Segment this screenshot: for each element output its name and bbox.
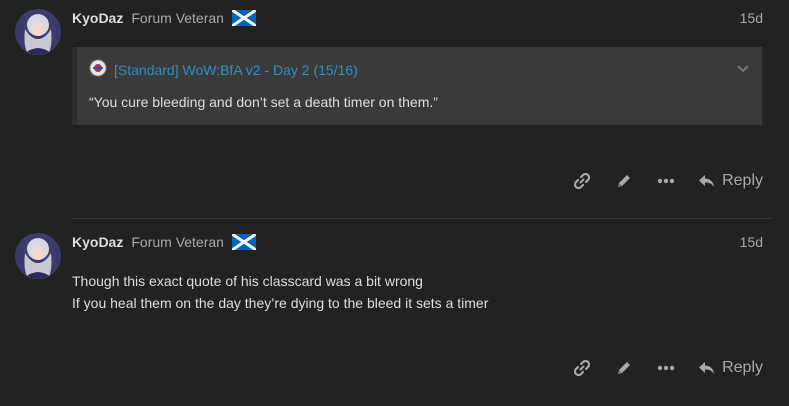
scotland-flag-icon: [231, 8, 257, 28]
forum-badge-icon: [89, 59, 107, 80]
reply-button[interactable]: Reply: [698, 359, 763, 377]
reply-label: Reply: [722, 172, 763, 189]
link-icon[interactable]: [572, 171, 592, 191]
quote-header: [Standard] WoW:BfA v2 - Day 2 (15/16): [89, 59, 358, 80]
quote-text: “You cure bleeding and don’t set a death…: [89, 94, 438, 110]
post-line: If you heal them on the day they’re dyin…: [72, 295, 489, 311]
pencil-icon[interactable]: [614, 171, 634, 191]
more-icon[interactable]: [656, 171, 676, 191]
post-actions: Reply: [550, 168, 763, 194]
post-actions: Reply: [550, 355, 763, 381]
link-icon[interactable]: [572, 358, 592, 378]
avatar[interactable]: [15, 9, 61, 55]
post-2: KyoDaz Forum Veteran 15d Though this exa…: [0, 219, 789, 406]
quote-block: [Standard] WoW:BfA v2 - Day 2 (15/16) “Y…: [72, 47, 762, 125]
scotland-flag-icon: [231, 232, 257, 252]
chevron-down-icon[interactable]: [736, 61, 750, 79]
post-line: Though this exact quote of his classcard…: [72, 273, 423, 289]
reply-label: Reply: [722, 359, 763, 376]
username[interactable]: KyoDaz: [72, 234, 123, 250]
post-date[interactable]: 15d: [740, 234, 763, 250]
post-meta: KyoDaz Forum Veteran: [72, 232, 257, 252]
reply-button[interactable]: Reply: [698, 172, 763, 190]
pencil-icon[interactable]: [614, 358, 634, 378]
post-1: KyoDaz Forum Veteran 15d [Standard] WoW:…: [0, 0, 789, 218]
post-meta: KyoDaz Forum Veteran: [72, 8, 257, 28]
avatar[interactable]: [15, 233, 61, 279]
post-body: Though this exact quote of his classcard…: [72, 270, 488, 314]
post-date[interactable]: 15d: [740, 10, 763, 26]
user-title: Forum Veteran: [131, 10, 224, 26]
quote-topic-link[interactable]: [Standard] WoW:BfA v2 - Day 2 (15/16): [114, 62, 358, 78]
username[interactable]: KyoDaz: [72, 10, 123, 26]
reply-icon: [699, 362, 715, 374]
more-icon[interactable]: [656, 358, 676, 378]
user-title: Forum Veteran: [131, 234, 224, 250]
reply-icon: [699, 175, 715, 187]
